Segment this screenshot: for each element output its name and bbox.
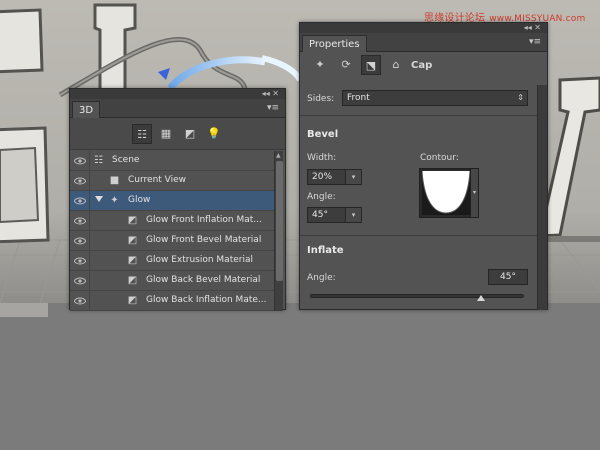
tab-3d[interactable]: 3D	[72, 101, 101, 118]
visibility-eye-icon[interactable]	[70, 291, 90, 311]
material-icon: ◩	[127, 215, 138, 226]
scene-filter-icon[interactable]: ☷	[132, 124, 152, 144]
layer-row[interactable]: ◩ Glow Front Inflation Mat...	[70, 211, 275, 231]
3d-panel-window-controls[interactable]: ◂◂ ✕	[262, 89, 279, 99]
cap-props-icon[interactable]: ⬔	[361, 55, 381, 75]
divider	[300, 235, 538, 236]
chevron-updown-icon: ⇕	[517, 93, 524, 102]
properties-panel: ◂◂ ✕ Properties ▾≡ ✦ ⟳ ⬔ ⌂ Cap Sides: Fr…	[299, 22, 548, 310]
coordinates-props-icon[interactable]: ⌂	[386, 55, 406, 75]
3d-panel-tabrow: 3D ▾≡	[70, 99, 285, 118]
contour-preview	[422, 171, 470, 215]
inflate-angle-slider[interactable]	[310, 294, 524, 298]
material-filter-icon[interactable]: ◩	[180, 124, 200, 144]
bevel-angle-label: Angle:	[307, 192, 336, 202]
layer-row[interactable]: ◩ Glow Back Inflation Mate...	[70, 291, 275, 311]
light-filter-icon[interactable]: 💡	[204, 124, 224, 144]
inflate-angle-input[interactable]: 45°	[488, 269, 528, 285]
bevel-section-title: Bevel	[307, 129, 339, 140]
bevel-angle-value: 45°	[312, 210, 328, 220]
layer-label: Glow Extrusion Material	[146, 255, 253, 265]
layer-label: Scene	[112, 155, 140, 165]
visibility-eye-icon[interactable]	[70, 191, 90, 211]
inflate-angle-label: Angle:	[307, 273, 336, 283]
layer-label: Glow Front Inflation Mat...	[146, 215, 262, 225]
visibility-eye-icon[interactable]	[70, 211, 90, 231]
inflate-section-title: Inflate	[307, 245, 344, 256]
properties-toolbar: ✦ ⟳ ⬔ ⌂ Cap	[300, 52, 547, 78]
layer-label: Glow Back Inflation Mate...	[146, 295, 267, 305]
mesh-filter-icon[interactable]: ▦	[156, 124, 176, 144]
bevel-width-label: Width:	[307, 153, 337, 163]
layer-row[interactable]: ◩ Glow Front Bevel Material	[70, 231, 275, 251]
deform-props-icon[interactable]: ⟳	[336, 55, 356, 75]
camera-icon: ■	[109, 175, 120, 186]
visibility-eye-icon[interactable]	[70, 251, 90, 271]
3d-panel-topbar[interactable]: ◂◂ ✕	[70, 89, 285, 99]
properties-panel-menu-icon[interactable]: ▾≡	[529, 37, 541, 47]
expand-arrow-icon[interactable]	[95, 196, 103, 202]
layer-row[interactable]: ◩ Glow Extrusion Material	[70, 251, 275, 271]
3d-panel-menu-icon[interactable]: ▾≡	[267, 103, 279, 113]
3d-layer-list: ☷ Scene ■ Current View ✦ Glow ◩ Glow Front Infl…	[70, 151, 275, 311]
bevel-angle-input[interactable]: 45° ▾	[307, 207, 362, 223]
canvas-empty-area	[0, 303, 600, 450]
chevron-down-icon[interactable]: ▾	[345, 208, 361, 222]
layer-row[interactable]: ✦ Glow	[70, 191, 275, 211]
contour-picker[interactable]: ▾	[419, 168, 479, 218]
layer-label: Glow Back Bevel Material	[146, 275, 261, 285]
3d-filter-toolbar: ☷ ▦ ◩ 💡	[70, 118, 285, 150]
material-icon: ◩	[127, 275, 138, 286]
layer-row[interactable]: ■ Current View	[70, 171, 275, 191]
layer-row[interactable]: ◩ Glow Back Bevel Material	[70, 271, 275, 291]
scrollbar-thumb[interactable]	[276, 161, 283, 281]
mesh-icon: ✦	[110, 195, 119, 206]
scroll-up-icon[interactable]: ▲	[276, 152, 281, 159]
layer-label: Glow	[128, 195, 151, 205]
tab-properties[interactable]: Properties	[302, 35, 367, 52]
material-icon: ◩	[127, 255, 138, 266]
divider	[300, 115, 538, 116]
visibility-eye-icon[interactable]	[70, 231, 90, 251]
material-icon: ◩	[127, 235, 138, 246]
mode-label: Cap	[411, 60, 433, 71]
contour-label: Contour:	[420, 153, 459, 163]
scene-icon: ☷	[94, 155, 103, 166]
properties-panel-topbar[interactable]: ◂◂ ✕	[300, 23, 547, 33]
visibility-eye-icon[interactable]	[70, 171, 90, 191]
3d-panel: ◂◂ ✕ 3D ▾≡ ☷ ▦ ◩ 💡 ☷ Scene ■ Current View ✦ G…	[69, 88, 286, 311]
sides-dropdown[interactable]: Front ⇕	[342, 90, 528, 106]
visibility-eye-icon[interactable]	[70, 151, 90, 171]
layer-label: Glow Front Bevel Material	[146, 235, 262, 245]
chevron-down-icon[interactable]: ▾	[470, 169, 478, 217]
material-icon: ◩	[127, 295, 138, 306]
layer-label: Current View	[128, 175, 187, 185]
mesh-props-icon[interactable]: ✦	[310, 55, 330, 75]
properties-panel-window-controls[interactable]: ◂◂ ✕	[524, 23, 541, 33]
canvas-strip	[0, 303, 48, 317]
sides-label: Sides:	[307, 94, 335, 104]
properties-panel-tabrow: Properties ▾≡	[300, 33, 547, 52]
chevron-down-icon[interactable]: ▾	[345, 170, 361, 184]
3d-layer-scrollbar[interactable]: ▲	[274, 151, 283, 311]
properties-scrollbar[interactable]	[537, 85, 547, 310]
sides-value: Front	[347, 93, 370, 103]
visibility-eye-icon[interactable]	[70, 271, 90, 291]
bevel-width-value: 20%	[312, 172, 333, 182]
inflate-angle-slider-thumb[interactable]	[477, 295, 486, 301]
layer-row[interactable]: ☷ Scene	[70, 151, 275, 171]
bevel-width-input[interactable]: 20% ▾	[307, 169, 362, 185]
